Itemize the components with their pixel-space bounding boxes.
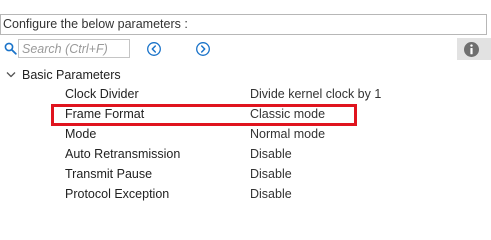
param-name: Transmit Pause [65,167,153,181]
info-icon[interactable] [463,41,480,58]
group-label: Basic Parameters [22,68,121,82]
param-row-transmit-pause[interactable]: Transmit Pause Disable [0,164,491,184]
param-row-mode[interactable]: Mode Normal mode [0,124,491,144]
param-name: Frame Format [65,107,145,121]
configuration-panel: Configure the below parameters : Basic P… [0,0,491,205]
param-name: Protocol Exception [65,187,170,201]
param-value: Normal mode [250,127,326,141]
param-name: Clock Divider [65,87,139,101]
search-icon [4,42,17,55]
param-value: Disable [250,167,292,181]
param-name: Mode [65,127,97,141]
chevron-right-circle-icon[interactable] [195,41,211,57]
panel-header: Configure the below parameters : [0,14,487,35]
param-value: Divide kernel clock by 1 [250,87,382,101]
param-row-auto-retransmission[interactable]: Auto Retransmission Disable [0,144,491,164]
toolbar [0,38,491,60]
param-value: Disable [250,147,292,161]
param-value: Classic mode [250,107,326,121]
param-row-frame-format[interactable]: Frame Format Classic mode [0,104,491,124]
panel-title: Configure the below parameters : [3,17,188,31]
chevron-down-icon[interactable] [6,71,16,79]
param-row-protocol-exception[interactable]: Protocol Exception Disable [0,184,491,204]
param-value: Disable [250,187,292,201]
chevron-left-circle-icon[interactable] [146,41,162,57]
tree-group-basic-parameters[interactable]: Basic Parameters [0,65,491,85]
param-row-clock-divider[interactable]: Clock Divider Divide kernel clock by 1 [0,84,491,104]
search-input[interactable] [18,39,130,58]
param-name: Auto Retransmission [65,147,181,161]
